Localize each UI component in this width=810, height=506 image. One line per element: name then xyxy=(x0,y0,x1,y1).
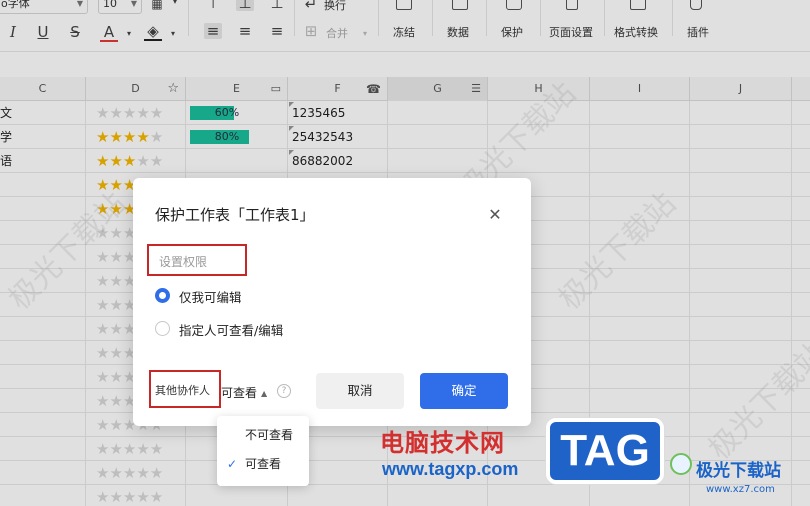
collaborators-highlight-box: 其他协作人 xyxy=(149,370,221,408)
tag-logo: TAG xyxy=(546,418,664,484)
watermark-site-url: www.tagxp.com xyxy=(382,459,519,479)
brand-logo-icon xyxy=(670,453,692,475)
brand-name: 极光下载站 xyxy=(696,461,781,481)
dropdown-item-no-view[interactable]: 不可查看 xyxy=(217,422,309,448)
radio-unselected-icon[interactable] xyxy=(155,321,170,336)
collaborator-permission-select[interactable]: 可查看 ▲ xyxy=(221,384,267,401)
option-label: 仅我可编辑 xyxy=(179,290,242,305)
checkmark-icon: ✓ xyxy=(227,457,238,471)
dialog-title: 保护工作表「工作表1」 xyxy=(155,206,315,224)
dropdown-item-can-view[interactable]: ✓ 可查看 xyxy=(217,451,309,477)
option-label: 指定人可查看/编辑 xyxy=(179,323,284,338)
watermark-site-name: 电脑技术网 xyxy=(380,429,505,457)
radio-selected-icon[interactable] xyxy=(155,288,170,303)
protect-sheet-dialog: 保护工作表「工作表1」 ✕ 设置权限 仅我可编辑 指定人可查看/编辑 其他协作人… xyxy=(133,178,531,426)
cancel-button[interactable]: 取消 xyxy=(316,373,404,409)
permission-dropdown-menu: 不可查看 ✓ 可查看 xyxy=(217,416,309,486)
dropdown-item-label: 不可查看 xyxy=(245,428,294,442)
brand-url: www.xz7.com xyxy=(706,484,775,495)
close-icon[interactable]: ✕ xyxy=(487,205,503,224)
collaborator-permission-value: 可查看 xyxy=(221,386,258,400)
permission-section-label: 设置权限 xyxy=(159,255,208,269)
permission-highlight-box: 设置权限 xyxy=(147,244,247,276)
dropdown-item-label: 可查看 xyxy=(245,457,282,471)
confirm-button[interactable]: 确定 xyxy=(420,373,508,409)
chevron-up-icon: ▲ xyxy=(261,389,268,398)
collaborators-label: 其他协作人 xyxy=(155,384,210,397)
help-icon[interactable]: ? xyxy=(277,384,291,398)
